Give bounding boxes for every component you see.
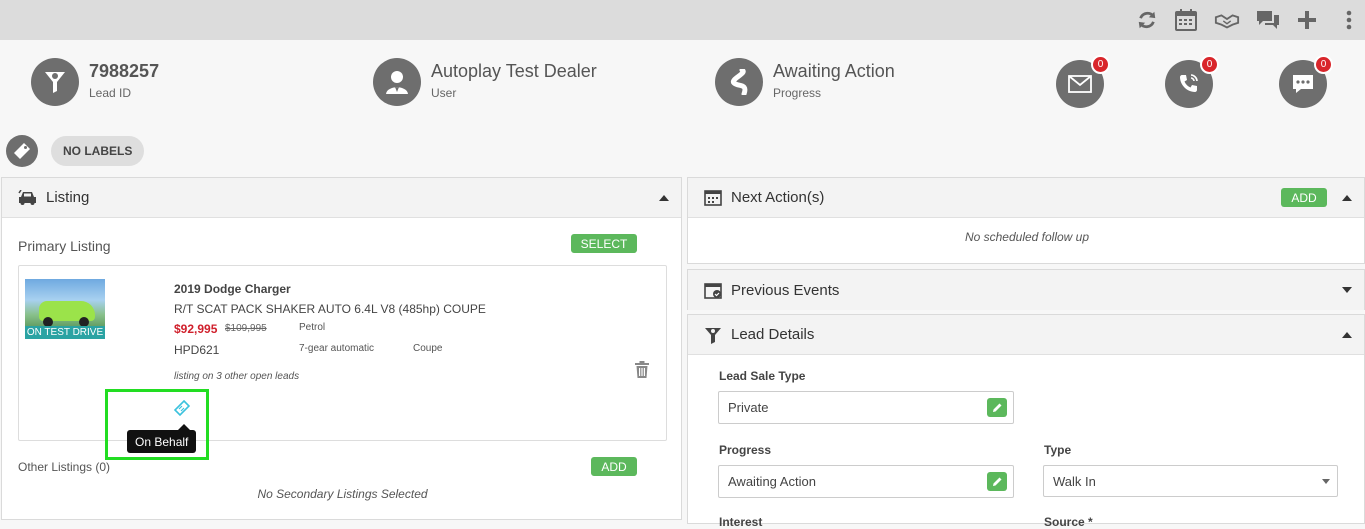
other-listings-title: Other Listings (0) bbox=[18, 460, 111, 474]
collapse-caret-icon[interactable] bbox=[1342, 332, 1352, 338]
top-toolbar bbox=[0, 0, 1365, 40]
select-listing-button[interactable]: SELECT bbox=[571, 234, 637, 253]
primary-listing-title: Primary Listing bbox=[18, 238, 111, 254]
sale-type-field[interactable]: Private bbox=[718, 391, 1014, 424]
pencil-icon bbox=[992, 403, 1001, 412]
tag-icon[interactable] bbox=[6, 135, 38, 167]
calendar-check-icon bbox=[704, 282, 722, 299]
sms-button[interactable]: 0 bbox=[1279, 55, 1333, 108]
lead-details-header[interactable]: Lead Details bbox=[688, 315, 1364, 355]
listing-panel-title: Listing bbox=[46, 189, 90, 206]
user-icon bbox=[373, 58, 421, 106]
progress-label: Progress bbox=[773, 86, 822, 100]
sms-count-badge: 0 bbox=[1314, 55, 1333, 74]
vehicle-rego: HPD621 bbox=[174, 343, 220, 357]
listing-panel: Listing Primary Listing SELECT ON TEST D… bbox=[1, 177, 682, 520]
pencil-icon bbox=[992, 477, 1001, 486]
funnel-dollar-icon bbox=[705, 327, 721, 344]
email-count-badge: 0 bbox=[1091, 55, 1110, 74]
sale-type-value: Private bbox=[728, 400, 769, 415]
source-label: Source * bbox=[1044, 515, 1093, 529]
type-select[interactable]: Walk In bbox=[1043, 465, 1338, 497]
more-vertical-icon[interactable] bbox=[1336, 7, 1362, 33]
plus-icon[interactable] bbox=[1294, 7, 1320, 33]
edit-sale-type-button[interactable] bbox=[987, 398, 1007, 417]
user-name: Autoplay Test Dealer bbox=[431, 61, 597, 81]
collapse-caret-icon[interactable] bbox=[1342, 195, 1352, 201]
next-actions-panel: Next Action(s) ADD No scheduled follow u… bbox=[687, 177, 1365, 264]
progress-field-label: Progress bbox=[719, 443, 772, 457]
add-action-button[interactable]: ADD bbox=[1281, 188, 1327, 207]
lead-header: 7988257 Lead ID Autoplay Test Dealer Use… bbox=[0, 40, 1365, 130]
lead-id-block: 7988257 Lead ID bbox=[31, 58, 159, 106]
progress-field-value: Awaiting Action bbox=[728, 474, 816, 489]
no-followup-text: No scheduled follow up bbox=[964, 230, 1090, 244]
on-behalf-tooltip: On Behalf bbox=[127, 430, 197, 453]
previous-events-title: Previous Events bbox=[731, 281, 840, 299]
interest-label: Interest bbox=[719, 515, 763, 529]
type-select-value: Walk In bbox=[1053, 473, 1096, 489]
phone-icon bbox=[1180, 74, 1198, 92]
envelope-icon bbox=[1068, 75, 1092, 93]
on-behalf-highlight: On Behalf bbox=[105, 389, 209, 460]
vehicle-title[interactable]: 2019 Dodge Charger bbox=[174, 282, 291, 296]
vehicle-price: $92,995 bbox=[174, 322, 218, 336]
previous-events-panel: Previous Events bbox=[687, 269, 1365, 310]
calendar-icon[interactable] bbox=[1173, 7, 1199, 33]
lead-details-title: Lead Details bbox=[731, 326, 815, 343]
photo-status-banner: ON TEST DRIVE bbox=[25, 326, 105, 339]
vehicle-body: Coupe bbox=[413, 343, 443, 354]
previous-events-header[interactable]: Previous Events bbox=[688, 270, 1364, 310]
handshake-icon[interactable] bbox=[1214, 7, 1240, 33]
tooltip-arrow bbox=[178, 424, 190, 430]
no-secondary-text: No Secondary Listings Selected bbox=[257, 487, 428, 501]
vehicle-fuel: Petrol bbox=[299, 322, 326, 333]
labels-row: NO LABELS bbox=[6, 134, 145, 168]
next-actions-header[interactable]: Next Action(s) ADD bbox=[688, 178, 1364, 218]
progress-field[interactable]: Awaiting Action bbox=[718, 465, 1014, 498]
message-icon bbox=[1293, 75, 1313, 93]
collapse-caret-icon[interactable] bbox=[659, 195, 669, 201]
progress-block: Awaiting Action Progress bbox=[715, 58, 895, 106]
vehicle-variant: R/T SCAT PACK SHAKER AUTO 6.4L V8 (485hp… bbox=[174, 302, 486, 316]
calendar-icon bbox=[704, 190, 722, 206]
call-count-badge: 0 bbox=[1200, 55, 1219, 74]
chat-icon[interactable] bbox=[1255, 7, 1281, 33]
chevron-down-icon bbox=[1322, 479, 1330, 484]
edit-progress-button[interactable] bbox=[987, 472, 1007, 491]
refresh-icon[interactable] bbox=[1134, 7, 1160, 33]
next-actions-title: Next Action(s) bbox=[731, 189, 825, 206]
road-icon bbox=[715, 58, 763, 106]
vehicle-old-price: $109,995 bbox=[225, 323, 267, 334]
user-block: Autoplay Test Dealer User bbox=[373, 58, 597, 106]
vehicle-transmission: 7-gear automatic bbox=[299, 343, 375, 354]
sale-type-label: Lead Sale Type bbox=[719, 369, 806, 383]
email-button[interactable]: 0 bbox=[1056, 55, 1110, 108]
user-label: User bbox=[431, 86, 457, 100]
car-icon bbox=[18, 189, 36, 205]
vehicle-photo[interactable]: ON TEST DRIVE bbox=[25, 279, 105, 339]
progress-status: Awaiting Action bbox=[773, 61, 895, 81]
listing-panel-header[interactable]: Listing bbox=[2, 178, 681, 218]
open-leads-note[interactable]: listing on 3 other open leads bbox=[174, 371, 299, 382]
expand-caret-icon[interactable] bbox=[1342, 287, 1352, 293]
add-listing-button[interactable]: ADD bbox=[591, 457, 637, 476]
lead-id-value: 7988257 bbox=[89, 61, 160, 81]
trash-icon[interactable] bbox=[635, 361, 649, 383]
lead-details-panel: Lead Details Lead Sale Type Private Prog… bbox=[687, 314, 1365, 529]
call-button[interactable]: 0 bbox=[1165, 55, 1219, 108]
lead-id-label: Lead ID bbox=[89, 86, 132, 100]
type-field-label: Type bbox=[1044, 443, 1072, 457]
funnel-dollar-icon bbox=[31, 58, 79, 106]
no-labels-chip[interactable]: NO LABELS bbox=[51, 136, 145, 166]
on-behalf-tag-icon[interactable] bbox=[173, 399, 191, 421]
